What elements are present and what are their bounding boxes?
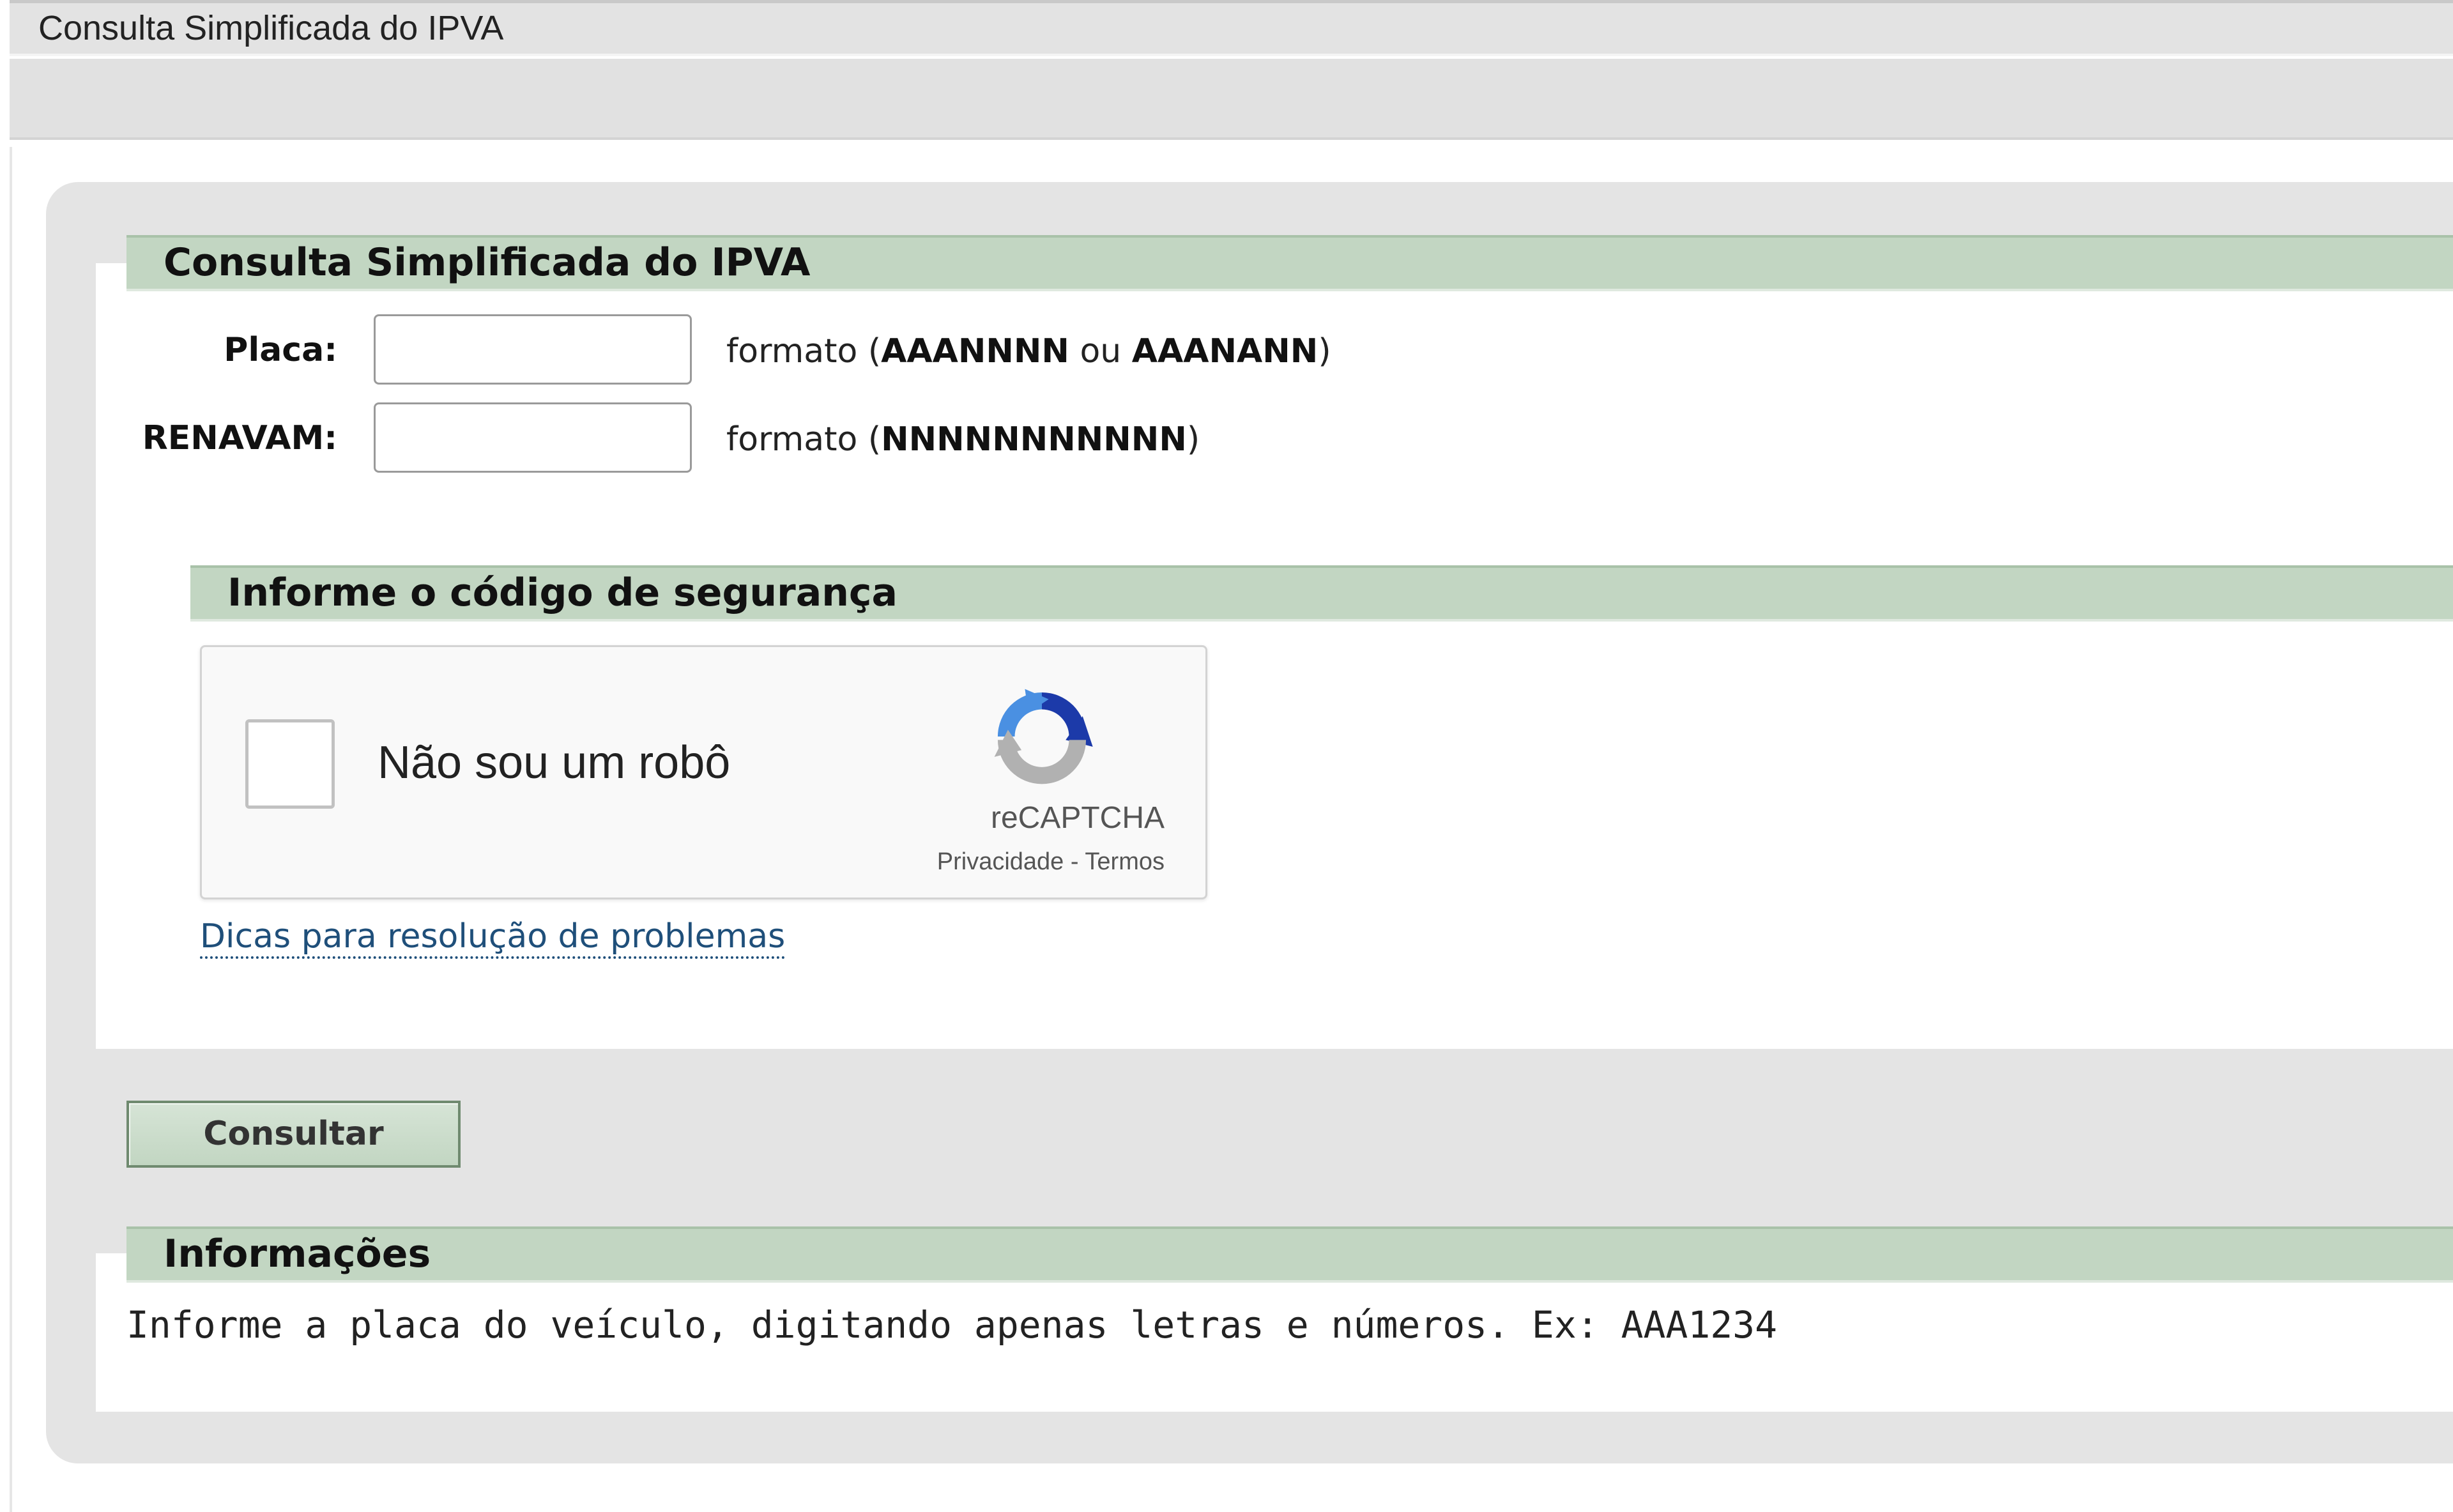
recaptcha-terms-link[interactable]: Termos [1085,848,1165,875]
placa-hint-suffix: ) [1318,332,1331,370]
recaptcha-checkbox-label: Não sou um robô [378,737,731,788]
window-title-bar: Consulta Simplificada do IPVA [10,0,2453,56]
page-root: Consulta Simplificada do IPVA Consulta S… [0,0,2453,1512]
renavam-format-hint: formato (NNNNNNNNNNN) [726,420,1200,459]
toolbar-band [10,59,2453,140]
placa-hint-or: ou [1069,332,1132,370]
placa-hint-prefix: formato ( [726,332,882,370]
renavam-hint-prefix: formato ( [726,420,882,459]
recaptcha-widget: Não sou um robô reCAPTCHA Privacidade - … [200,645,1207,899]
info-section-title: Informações [126,1226,2453,1283]
renavam-input[interactable] [374,402,692,473]
placa-hint-format-2: AAANANN [1131,332,1318,370]
renavam-label: RENAVAM: [142,419,337,457]
recaptcha-separator: - [1064,848,1085,875]
frame-border [10,147,12,1512]
placa-input[interactable] [374,314,692,385]
placa-label: Placa: [224,331,337,369]
recaptcha-logo-icon [994,689,1093,784]
consultar-button[interactable]: Consultar [126,1101,461,1168]
info-text: Informe a placa do veículo, digitando ap… [126,1303,1778,1347]
placa-hint-format-1: AAANNNN [881,332,1069,370]
security-section-title: Informe o código de segurança [190,565,2453,622]
recaptcha-terms: Privacidade - Termos [937,848,1165,876]
window-title: Consulta Simplificada do IPVA [38,9,504,47]
recaptcha-brand: reCAPTCHA [990,801,1165,835]
renavam-hint-format: NNNNNNNNNNN [881,420,1187,459]
renavam-hint-suffix: ) [1186,420,1200,459]
troubleshooting-tips-link[interactable]: Dicas para resolução de problemas [200,917,786,959]
form-section-title: Consulta Simplificada do IPVA [126,235,2453,291]
recaptcha-privacy-link[interactable]: Privacidade [937,848,1064,875]
recaptcha-checkbox[interactable] [245,719,335,809]
placa-format-hint: formato (AAANNNN ou AAANANN) [726,332,1331,370]
